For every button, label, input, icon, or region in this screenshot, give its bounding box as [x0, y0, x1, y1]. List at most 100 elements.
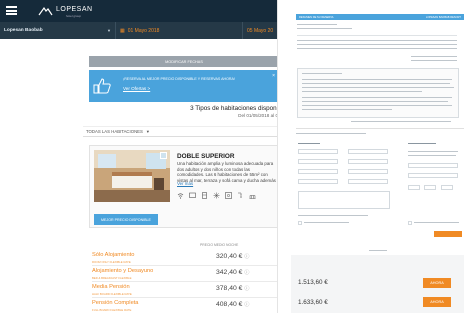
payment-field[interactable]: [408, 163, 458, 168]
book-now-label: AHORA: [430, 281, 444, 285]
close-icon[interactable]: ×: [272, 73, 275, 79]
rate-price: 320,40 € ⓘ: [216, 253, 250, 260]
room-more-link[interactable]: Ver más: [177, 181, 193, 186]
summary-header: RESUMEN DE SU RESERVA LOPESAN BAOBAB RES…: [296, 14, 464, 20]
rate-name: Media Pensión: [92, 284, 130, 290]
checkin-date-value: 01 Mayo 2018: [127, 27, 160, 34]
reservation-summary-view: RESUMEN DE SU RESERVA LOPESAN BAOBAB RES…: [291, 0, 464, 313]
rate-price: 408,40 € ⓘ: [216, 301, 250, 308]
address-field[interactable]: [298, 179, 338, 184]
postcode-field[interactable]: [348, 179, 388, 184]
rate-price: 378,40 € ⓘ: [216, 285, 250, 292]
search-bar: Lopesan Baobab ▼ ▦ 01 Mayo 2018 05 Mayo …: [0, 22, 277, 39]
summary-table-row: [297, 44, 457, 46]
total-price: 1.633,60 €: [298, 299, 328, 306]
modify-link-line[interactable]: [351, 121, 451, 123]
best-price-banner: ¡RESERVA AL MEJOR PRECIO DISPONIBLE Y RE…: [89, 70, 277, 102]
view-offers-link[interactable]: Ver Ofertas >: [123, 86, 150, 91]
rate-price: 342,40 € ⓘ: [216, 269, 250, 276]
checkin-date-field[interactable]: ▦ 01 Mayo 2018: [116, 22, 243, 39]
rate-subtitle: HALF BOARD FLEXIBLE RATE: [92, 292, 132, 296]
total-price: 1.513,60 €: [298, 279, 328, 286]
rate-row[interactable]: Alojamiento y Desayuno BED & BREAKFAST F…: [92, 266, 277, 282]
best-price-button[interactable]: MEJOR PRECIO DISPONIBLE: [94, 214, 158, 225]
mobile-booking-view: LOPESAN hotel group Lopesan Baobab ▼ ▦ 0…: [0, 0, 278, 313]
form-section-title: [298, 143, 320, 145]
banner-message: ¡RESERVA AL MEJOR PRECIO DISPONIBLE Y RE…: [123, 77, 235, 81]
calendar-icon: ▦: [120, 27, 125, 34]
expiry-year-select[interactable]: [424, 185, 436, 190]
expand-image-icon[interactable]: [160, 152, 167, 159]
terms-checkbox[interactable]: [298, 221, 302, 225]
balcony-icon: [249, 195, 256, 199]
comments-textarea[interactable]: [298, 191, 390, 209]
rate-row[interactable]: Pensión Completa FULL BOARD FLEXIBLE RAT…: [92, 298, 277, 313]
country-field[interactable]: [298, 169, 338, 174]
hotel-selector[interactable]: Lopesan Baobab ▼: [0, 22, 116, 39]
rate-subtitle: ROOM ONLY FLEXIBLE RATE: [92, 260, 131, 264]
room-amenities: [177, 192, 256, 199]
summary-table-row: [297, 40, 457, 42]
rate-name: Alojamiento y Desayuno: [92, 268, 154, 274]
top-navigation-bar: LOPESAN hotel group: [0, 0, 277, 22]
cvv-field[interactable]: [441, 185, 453, 190]
book-now-button[interactable]: AHORA: [423, 297, 451, 307]
info-icon[interactable]: ⓘ: [244, 302, 249, 308]
chevron-down-icon: ▼: [107, 28, 111, 33]
first-name-field[interactable]: [298, 149, 338, 154]
summary-total-line: [411, 56, 457, 58]
info-icon[interactable]: ⓘ: [244, 270, 249, 276]
rate-name: Pensión Completa: [92, 300, 139, 306]
chevron-down-icon: ▼: [145, 129, 150, 134]
room-description: Una habitación amplia y luminosa adecuad…: [177, 161, 276, 183]
modify-dates-label: MODIFICAR FECHAS: [165, 59, 203, 64]
book-now-label: AHORA: [430, 300, 444, 304]
city-field[interactable]: [348, 169, 388, 174]
info-icon[interactable]: ⓘ: [244, 286, 249, 292]
summary-detail-line: [297, 24, 337, 26]
confirm-booking-button[interactable]: [434, 231, 462, 237]
email-field[interactable]: [298, 159, 338, 164]
expiry-month-select[interactable]: [408, 185, 420, 190]
summary-table-row: [297, 48, 457, 50]
rate-row[interactable]: Media Pensión HALF BOARD FLEXIBLE RATE 3…: [92, 282, 277, 298]
summary-detail-line: [297, 28, 352, 30]
checkout-date-field[interactable]: 05 Mayo 20: [243, 22, 277, 39]
air-conditioning-icon: [213, 192, 220, 199]
room-photo[interactable]: [94, 150, 170, 202]
wifi-icon: [177, 193, 184, 199]
hotel-selector-value: Lopesan Baobab: [4, 28, 43, 33]
safe-icon: [225, 192, 232, 199]
rate-row[interactable]: Sólo Alojamiento ROOM ONLY FLEXIBLE RATE…: [92, 250, 277, 266]
form-section-title: [408, 143, 436, 145]
lopesan-logo-icon: [38, 6, 53, 16]
hamburger-menu-icon[interactable]: [6, 6, 17, 15]
rate-name: Sólo Alojamiento: [92, 252, 135, 258]
room-card: DOBLE SUPERIOR Una habitación amplia y l…: [89, 145, 277, 228]
room-filter-label: TODAS LAS HABITACIONES: [86, 129, 143, 134]
book-now-button[interactable]: AHORA: [423, 278, 451, 288]
summary-total-line: [411, 60, 457, 62]
price-summary-footer: 1.513,60 € AHORA 1.633,60 € AHORA: [291, 255, 464, 313]
rooms-date-range: Del 01/05/2018 al 0: [238, 113, 278, 118]
last-name-field[interactable]: [348, 149, 388, 154]
newsletter-checkbox[interactable]: [408, 221, 412, 225]
info-icon[interactable]: ⓘ: [244, 254, 249, 260]
checkout-date-value: 05 Mayo 20: [247, 27, 274, 34]
footer-link[interactable]: [369, 250, 387, 252]
summary-table-header: [297, 35, 457, 37]
summary-header-hotel: LOPESAN BAOBAB RESORT: [425, 15, 461, 19]
rate-subtitle: BED & BREAKFAST FLEXIBLE: [92, 276, 132, 280]
room-filter-dropdown[interactable]: TODAS LAS HABITACIONES ▼: [83, 126, 277, 137]
brand-subtitle: hotel group: [66, 14, 82, 18]
modify-dates-button[interactable]: MODIFICAR FECHAS: [89, 56, 277, 67]
phone-field[interactable]: [348, 159, 388, 164]
conditions-box: [297, 68, 459, 118]
minibar-icon: [202, 192, 207, 199]
tv-icon: [189, 192, 196, 198]
summary-header-title: RESUMEN DE SU RESERVA: [299, 15, 334, 19]
card-number-field[interactable]: [408, 173, 458, 178]
brand-name: LOPESAN: [56, 6, 93, 13]
room-name: DOBLE SUPERIOR: [177, 153, 235, 160]
rooms-available-title: 3 Tipos de habitaciones disponi: [190, 105, 278, 112]
